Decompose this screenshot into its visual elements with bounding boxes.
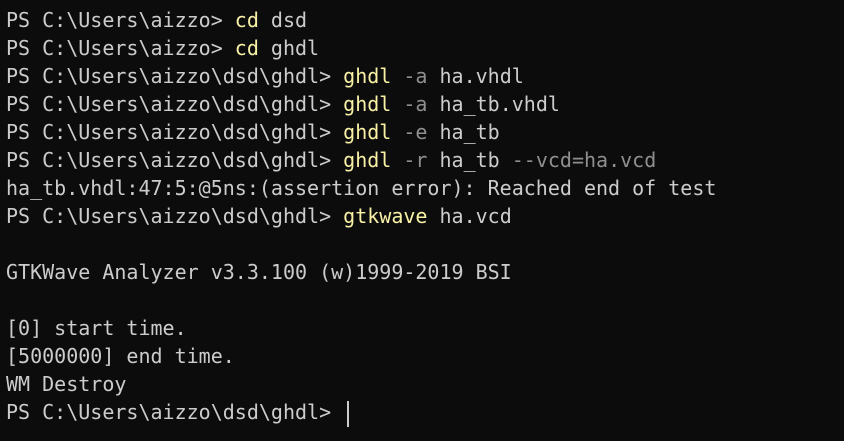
command-name: ghdl: [343, 64, 392, 88]
command-name: cd: [234, 8, 259, 32]
terminal-output-line: GTKWave Analyzer v3.3.100 (w)1999-2019 B…: [6, 260, 512, 284]
command-name: ghdl: [343, 148, 392, 172]
command-name: ghdl: [343, 120, 392, 144]
command-flag: -a: [391, 64, 428, 88]
prompt: PS C:\Users\aizzo\dsd\ghdl>: [6, 64, 344, 88]
command-args: ha.vcd: [427, 204, 512, 228]
terminal-window[interactable]: PS C:\Users\aizzo> cd dsd PS C:\Users\ai…: [6, 6, 844, 441]
command-name: ghdl: [343, 92, 392, 116]
command-args: ha_tb: [427, 120, 500, 144]
terminal-input-line[interactable]: PS C:\Users\aizzo\dsd\ghdl>: [6, 398, 844, 427]
command-name: gtkwave: [343, 204, 428, 228]
terminal-output-line: [0] start time.: [6, 316, 187, 340]
command-option: --vcd=ha.vcd: [499, 148, 657, 172]
command-args: ha_tb: [427, 148, 500, 172]
terminal-line: PS C:\Users\aizzo\dsd\ghdl> ghdl -a ha.v…: [6, 62, 844, 90]
command-args: ha.vhdl: [427, 64, 524, 88]
terminal-output-line: WM Destroy: [6, 372, 127, 396]
prompt: PS C:\Users\aizzo\dsd\ghdl>: [6, 204, 344, 228]
command-args: dsd: [258, 8, 308, 32]
text-cursor: [347, 400, 350, 427]
command-flag: -r: [391, 148, 428, 172]
prompt: PS C:\Users\aizzo\dsd\ghdl>: [6, 400, 344, 424]
prompt: PS C:\Users\aizzo\dsd\ghdl>: [6, 148, 344, 172]
prompt: PS C:\Users\aizzo>: [6, 8, 235, 32]
command-args: ha_tb.vhdl: [427, 92, 560, 116]
terminal-line: PS C:\Users\aizzo\dsd\ghdl> gtkwave ha.v…: [6, 202, 844, 230]
terminal-output-line: ha_tb.vhdl:47:5:@5ns:(assertion error): …: [6, 176, 717, 200]
command-flag: -e: [391, 120, 428, 144]
terminal-line: PS C:\Users\aizzo> cd ghdl: [6, 34, 844, 62]
terminal-line: PS C:\Users\aizzo\dsd\ghdl> ghdl -r ha_t…: [6, 146, 844, 174]
prompt: PS C:\Users\aizzo>: [6, 36, 235, 60]
terminal-output-line: [5000000] end time.: [6, 344, 235, 368]
prompt: PS C:\Users\aizzo\dsd\ghdl>: [6, 92, 344, 116]
command-name: cd: [234, 36, 259, 60]
terminal-line: PS C:\Users\aizzo\dsd\ghdl> ghdl -a ha_t…: [6, 90, 844, 118]
command-args: ghdl: [258, 36, 320, 60]
terminal-line: PS C:\Users\aizzo> cd dsd: [6, 6, 844, 34]
prompt: PS C:\Users\aizzo\dsd\ghdl>: [6, 120, 344, 144]
command-flag: -a: [391, 92, 428, 116]
terminal-line: PS C:\Users\aizzo\dsd\ghdl> ghdl -e ha_t…: [6, 118, 844, 146]
